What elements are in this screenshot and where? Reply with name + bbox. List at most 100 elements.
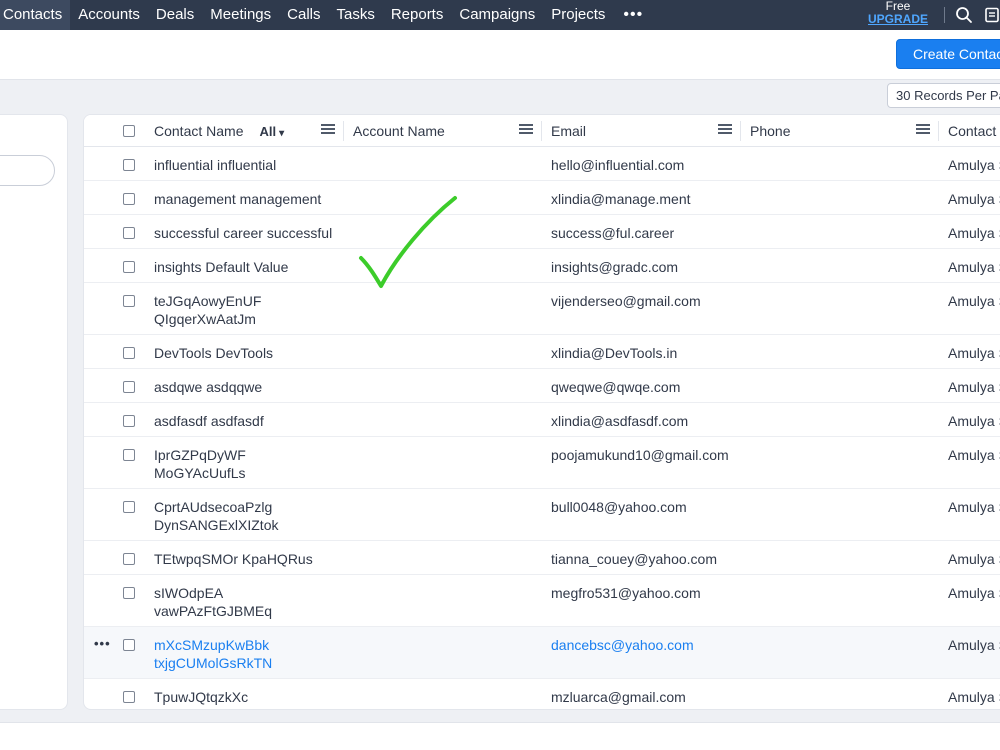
column-resize-handle[interactable] (343, 121, 344, 141)
owner-cell: Amulya S (948, 689, 1000, 705)
table-row[interactable]: TpuwJQtqzkXc eJwitqUxZrvTyCoA mzluarca@g… (84, 679, 1000, 709)
row-checkbox[interactable] (123, 415, 135, 427)
nav-tab-calls[interactable]: Calls (279, 0, 328, 30)
top-navigation: Contacts Accounts Deals Meetings Calls T… (0, 0, 1000, 30)
table-row-hovered[interactable]: ••• mXcSMzupKwBbk txjgCUMolGsRkTN danceb… (84, 627, 1000, 679)
column-menu-icon[interactable] (519, 124, 533, 136)
email-cell: insights@gradc.com (551, 259, 679, 275)
owner-cell: Amulya S (948, 637, 1000, 653)
contact-name-cell[interactable]: TEtwpqSMOr KpaHQRus (154, 550, 344, 568)
row-checkbox[interactable] (123, 691, 135, 703)
nav-tab-accounts[interactable]: Accounts (70, 0, 148, 30)
email-cell: xlindia@DevTools.in (551, 345, 678, 361)
column-header-email[interactable]: Email (551, 115, 586, 147)
nav-tab-contacts[interactable]: Contacts (0, 0, 71, 30)
email-cell: hello@influential.com (551, 157, 685, 173)
contact-name-cell[interactable]: insights Default Value (154, 258, 344, 276)
email-cell: vijenderseo@gmail.com (551, 293, 701, 309)
row-checkbox[interactable] (123, 261, 135, 273)
contact-name-cell[interactable]: mXcSMzupKwBbk txjgCUMolGsRkTN (154, 636, 294, 672)
records-per-page-select[interactable]: 30 Records Per Page (887, 83, 1000, 108)
contact-name-cell[interactable]: IprGZPqDyWF MoGYAcUufLs (154, 446, 284, 482)
nav-tab-deals[interactable]: Deals (148, 0, 202, 30)
table-row[interactable]: asdfasdf asdfasdf xlindia@asdfasdf.com A… (84, 403, 1000, 437)
table-row[interactable]: sIWOdpEA vawPAzFtGJBMEq megfro531@yahoo.… (84, 575, 1000, 627)
contacts-table: Contact Name All Account Name Email Phon… (83, 114, 1000, 710)
row-actions-button[interactable]: ••• (94, 636, 111, 651)
table-row[interactable]: management management xlindia@manage.men… (84, 181, 1000, 215)
nav-tab-campaigns[interactable]: Campaigns (451, 0, 543, 30)
contact-name-cell[interactable]: TpuwJQtqzkXc eJwitqUxZrvTyCoA (154, 688, 284, 709)
table-row[interactable]: insights Default Value insights@gradc.co… (84, 249, 1000, 283)
row-checkbox[interactable] (123, 381, 135, 393)
column-header-account-name[interactable]: Account Name (353, 115, 445, 147)
column-header-phone[interactable]: Phone (750, 115, 790, 147)
row-checkbox[interactable] (123, 639, 135, 651)
column-menu-icon[interactable] (916, 124, 930, 136)
column-header-contact-owner[interactable]: Contact Owner (948, 115, 1000, 147)
create-contact-button[interactable]: Create Contact (896, 39, 1000, 69)
notes-icon[interactable] (981, 4, 1000, 26)
row-checkbox[interactable] (123, 193, 135, 205)
contact-name-cell[interactable]: teJGqAowyEnUF QIgqerXwAatJm (154, 292, 284, 328)
row-checkbox[interactable] (123, 449, 135, 461)
owner-cell: Amulya S (948, 345, 1000, 361)
nav-tab-meetings[interactable]: Meetings (202, 0, 279, 30)
table-row[interactable]: successful career successful success@ful… (84, 215, 1000, 249)
row-checkbox[interactable] (123, 295, 135, 307)
column-header-contact-name[interactable]: Contact Name All (154, 115, 284, 147)
contact-name-cell[interactable]: influential influential (154, 156, 344, 174)
table-row[interactable]: teJGqAowyEnUF QIgqerXwAatJm vijenderseo@… (84, 283, 1000, 335)
table-row[interactable]: TEtwpqSMOr KpaHQRus tianna_couey@yahoo.c… (84, 541, 1000, 575)
contact-name-cell[interactable]: CprtAUdsecoaPzlg DynSANGExlXIZtok (154, 498, 304, 534)
column-menu-icon[interactable] (321, 124, 335, 136)
table-header: Contact Name All Account Name Email Phon… (84, 115, 1000, 147)
upgrade-link[interactable]: UPGRADE (868, 12, 928, 26)
column-resize-handle[interactable] (541, 121, 542, 141)
column-resize-handle[interactable] (740, 121, 741, 141)
table-row[interactable]: asdqwe asdqqwe qweqwe@qwqe.com Amulya S (84, 369, 1000, 403)
owner-cell: Amulya S (948, 551, 1000, 567)
nav-divider (944, 7, 945, 23)
nav-tab-projects[interactable]: Projects (543, 0, 613, 30)
all-filter-dropdown[interactable]: All (259, 124, 284, 139)
filter-panel (0, 114, 68, 710)
table-row[interactable]: DevTools DevTools xlindia@DevTools.in Am… (84, 335, 1000, 369)
row-checkbox[interactable] (123, 347, 135, 359)
contact-name-cell[interactable]: asdqwe asdqqwe (154, 378, 344, 396)
row-checkbox[interactable] (123, 553, 135, 565)
row-checkbox[interactable] (123, 227, 135, 239)
row-checkbox[interactable] (123, 587, 135, 599)
email-cell: tianna_couey@yahoo.com (551, 551, 717, 567)
contact-name-cell[interactable]: management management (154, 190, 344, 208)
filter-search-input[interactable] (0, 155, 55, 186)
column-resize-handle[interactable] (938, 121, 939, 141)
owner-cell: Amulya S (948, 585, 1000, 601)
owner-cell: Amulya S (948, 499, 1000, 515)
checkmark-annotation (359, 196, 457, 288)
owner-cell: Amulya S (948, 259, 1000, 275)
contact-name-cell[interactable]: successful career successful (154, 224, 344, 242)
owner-cell: Amulya S (948, 413, 1000, 429)
search-icon[interactable] (953, 4, 975, 26)
table-row[interactable]: CprtAUdsecoaPzlg DynSANGExlXIZtok bull00… (84, 489, 1000, 541)
nav-tab-tasks[interactable]: Tasks (328, 0, 382, 30)
contact-name-cell[interactable]: DevTools DevTools (154, 344, 344, 362)
row-checkbox[interactable] (123, 501, 135, 513)
email-cell[interactable]: dancebsc@yahoo.com (551, 636, 736, 654)
nav-more-button[interactable]: ••• (613, 0, 653, 30)
table-row[interactable]: influential influential hello@influentia… (84, 147, 1000, 181)
contact-name-cell[interactable]: sIWOdpEA vawPAzFtGJBMEq (154, 584, 284, 620)
column-label: Phone (750, 123, 791, 139)
select-all-checkbox[interactable] (123, 125, 135, 137)
email-cell: qweqwe@qwqe.com (551, 379, 681, 395)
nav-right-tools: Free UPGRADE (860, 0, 1000, 30)
table-row[interactable]: IprGZPqDyWF MoGYAcUufLs poojamukund10@gm… (84, 437, 1000, 489)
nav-tab-reports[interactable]: Reports (383, 0, 452, 30)
contact-name-cell[interactable]: asdfasdf asdfasdf (154, 412, 344, 430)
column-menu-icon[interactable] (718, 124, 732, 136)
plan-info: Free UPGRADE (860, 0, 936, 26)
owner-cell: Amulya S (948, 447, 1000, 463)
column-label: Contact Owner (948, 123, 1000, 139)
row-checkbox[interactable] (123, 159, 135, 171)
